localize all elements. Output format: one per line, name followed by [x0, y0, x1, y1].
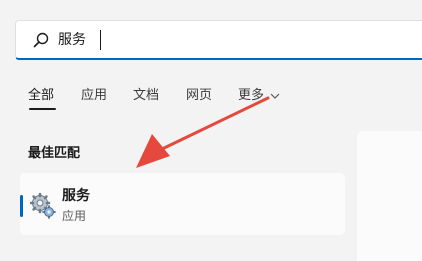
tab-web[interactable]: 网页 [186, 86, 212, 106]
preview-pane [357, 131, 422, 261]
text-caret [100, 30, 101, 50]
best-match-heading: 最佳匹配 [28, 146, 81, 161]
search-icon [33, 32, 49, 48]
chevron-down-icon[interactable] [270, 92, 280, 100]
selection-indicator [20, 195, 23, 217]
search-input[interactable]: 服务 [58, 31, 86, 49]
result-name: 服务 [62, 188, 90, 204]
tab-apps[interactable]: 应用 [81, 86, 107, 106]
tab-all[interactable]: 全部 [28, 86, 54, 106]
active-tab-indicator [29, 108, 56, 110]
services-gear-icon [30, 193, 56, 219]
tab-documents[interactable]: 文档 [133, 86, 159, 106]
search-box[interactable]: 服务 [15, 20, 422, 60]
result-type: 应用 [62, 209, 87, 223]
best-match-result[interactable]: 服务 应用 [20, 173, 345, 235]
tab-more[interactable]: 更多 [238, 86, 264, 106]
